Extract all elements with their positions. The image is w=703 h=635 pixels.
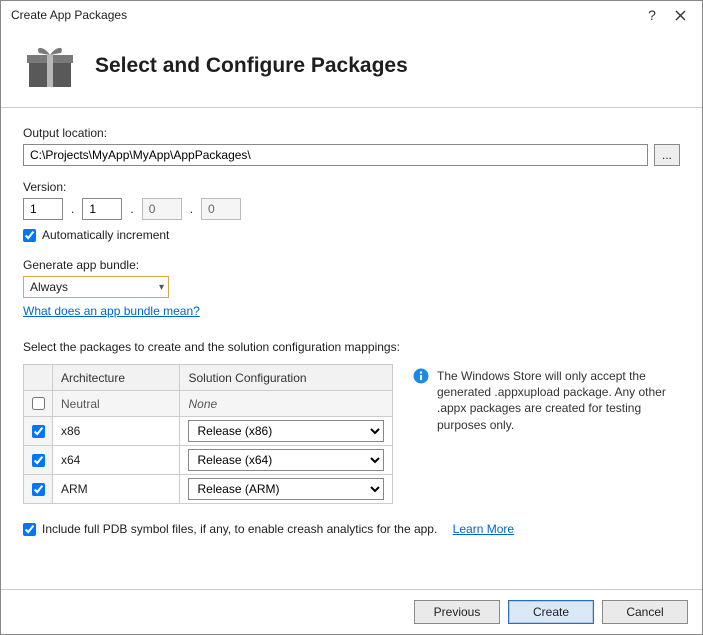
pdb-label: Include full PDB symbol files, if any, t…: [42, 522, 437, 536]
auto-increment-label: Automatically increment: [42, 228, 169, 242]
dialog-window: Create App Packages ? Select and Configu…: [0, 0, 703, 635]
close-icon: [675, 10, 686, 21]
packages-intro-label: Select the packages to create and the so…: [23, 340, 680, 354]
table-row: x86 Release (x86): [24, 417, 393, 446]
chevron-down-icon: ▾: [159, 282, 164, 293]
table-row: Neutral None: [24, 391, 393, 417]
help-button[interactable]: ?: [638, 1, 666, 29]
previous-button[interactable]: Previous: [414, 600, 500, 624]
arch-x64-checkbox[interactable]: [32, 454, 45, 467]
create-button[interactable]: Create: [508, 600, 594, 624]
browse-button[interactable]: ...: [654, 144, 680, 166]
bundle-help-link[interactable]: What does an app bundle mean?: [23, 304, 200, 318]
info-message: The Windows Store will only accept the g…: [437, 368, 680, 433]
ellipsis-icon: ...: [662, 148, 672, 162]
bundle-combo[interactable]: Always ▾: [23, 276, 169, 298]
version-minor-input[interactable]: [82, 198, 122, 220]
cfg-x86-select[interactable]: Release (x86): [188, 420, 384, 442]
dialog-body: Output location: ... Version: . . . Auto…: [1, 108, 702, 589]
col-architecture: Architecture: [53, 365, 180, 391]
col-solution-config: Solution Configuration: [180, 365, 393, 391]
version-major-input[interactable]: [23, 198, 63, 220]
output-location-label: Output location:: [23, 126, 680, 140]
table-row: x64 Release (x64): [24, 446, 393, 475]
cfg-cell: None: [180, 391, 393, 417]
auto-increment-checkbox[interactable]: [23, 229, 36, 242]
cfg-x64-select[interactable]: Release (x64): [188, 449, 384, 471]
arch-neutral-checkbox[interactable]: [32, 397, 45, 410]
arch-cell: x86: [53, 417, 180, 446]
version-build-input: [142, 198, 182, 220]
cfg-arm-select[interactable]: Release (ARM): [188, 478, 384, 500]
output-location-input[interactable]: [23, 144, 648, 166]
bundle-label: Generate app bundle:: [23, 258, 680, 272]
arch-cell: ARM: [53, 475, 180, 504]
arch-cell: x64: [53, 446, 180, 475]
footer: Previous Create Cancel: [1, 589, 702, 634]
arch-x86-checkbox[interactable]: [32, 425, 45, 438]
info-panel: The Windows Store will only accept the g…: [413, 364, 680, 433]
version-row: . . .: [23, 198, 680, 220]
version-revision-input: [201, 198, 241, 220]
pdb-learn-more-link[interactable]: Learn More: [453, 522, 514, 536]
page-heading: Select and Configure Packages: [95, 54, 408, 78]
col-checkbox: [24, 365, 53, 391]
table-row: ARM Release (ARM): [24, 475, 393, 504]
arch-arm-checkbox[interactable]: [32, 483, 45, 496]
package-icon: [23, 43, 77, 89]
close-button[interactable]: [666, 1, 694, 29]
info-icon: [413, 368, 429, 384]
pdb-checkbox[interactable]: [23, 523, 36, 536]
cancel-button[interactable]: Cancel: [602, 600, 688, 624]
titlebar: Create App Packages ?: [1, 1, 702, 29]
version-label: Version:: [23, 180, 680, 194]
header: Select and Configure Packages: [1, 29, 702, 108]
window-title: Create App Packages: [11, 8, 638, 22]
bundle-selected-value: Always: [30, 280, 68, 294]
packages-table: Architecture Solution Configuration Neut…: [23, 364, 393, 504]
arch-cell: Neutral: [53, 391, 180, 417]
